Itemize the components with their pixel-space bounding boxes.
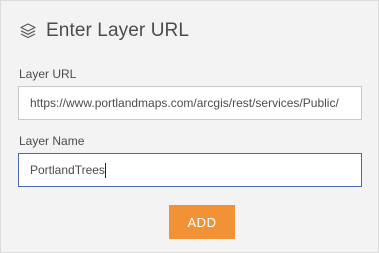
- layer-url-label: Layer URL: [19, 67, 77, 81]
- add-button[interactable]: ADD: [169, 205, 235, 239]
- layer-name-value: PortlandTrees: [30, 163, 105, 177]
- panel-title: Enter Layer URL: [46, 20, 190, 41]
- add-layer-panel: Enter Layer URL Layer URL https://www.po…: [0, 0, 379, 253]
- layer-name-label: Layer Name: [19, 134, 85, 148]
- panel-header: Enter Layer URL: [19, 18, 189, 44]
- layer-url-input[interactable]: https://www.portlandmaps.com/arcgis/rest…: [18, 86, 362, 120]
- text-caret: [104, 162, 106, 178]
- layers-icon: [19, 22, 37, 40]
- layer-url-value: https://www.portlandmaps.com/arcgis/rest…: [30, 96, 339, 110]
- layer-name-input[interactable]: PortlandTrees: [18, 153, 362, 187]
